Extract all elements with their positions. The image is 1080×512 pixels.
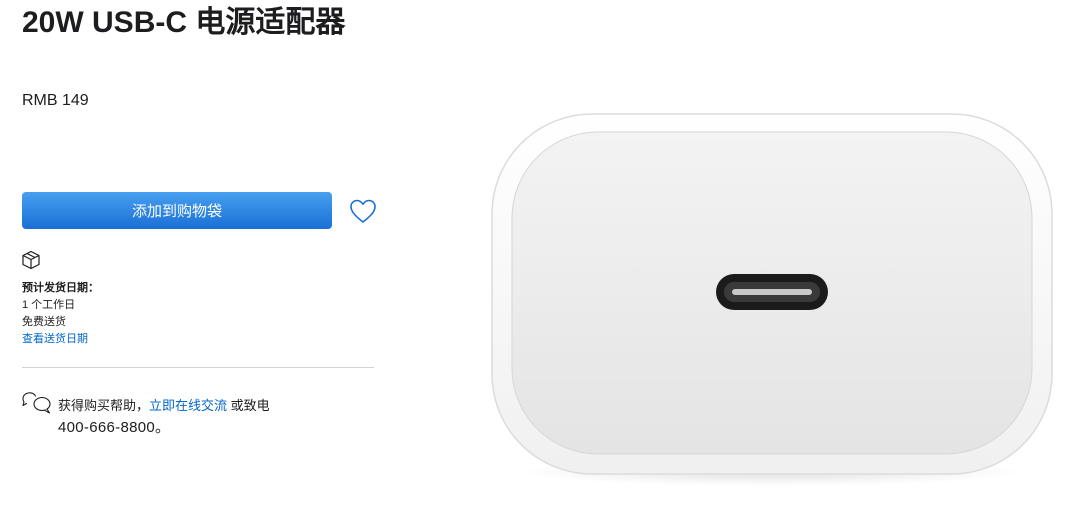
shipping-eta: 1 个工作日: [22, 299, 76, 311]
divider: [22, 367, 374, 368]
help-suffix: 或致电: [227, 398, 270, 413]
package-icon: [22, 250, 40, 270]
chat-bubbles-icon: [22, 392, 51, 414]
view-delivery-dates-link[interactable]: 查看送货日期: [22, 330, 88, 346]
chat-now-link[interactable]: 立即在线交流: [149, 398, 227, 413]
power-adapter-image: [491, 113, 1053, 486]
product-price: RMB 149: [22, 92, 89, 109]
heart-icon: [350, 199, 376, 223]
shipping-heading: 预计发货日期：: [22, 282, 99, 294]
product-title: 20W USB-C 电源适配器: [22, 6, 346, 39]
add-to-bag-button[interactable]: 添加到购物袋: [22, 192, 332, 229]
help-phone-number: 400-666-8800。: [58, 419, 171, 436]
purchase-help-text: 获得购买帮助，立即在线交流 或致电: [58, 395, 270, 414]
favorite-button[interactable]: [348, 197, 378, 225]
help-prefix: 获得购买帮助，: [58, 398, 150, 413]
shipping-fee: 免费送货: [22, 316, 66, 328]
